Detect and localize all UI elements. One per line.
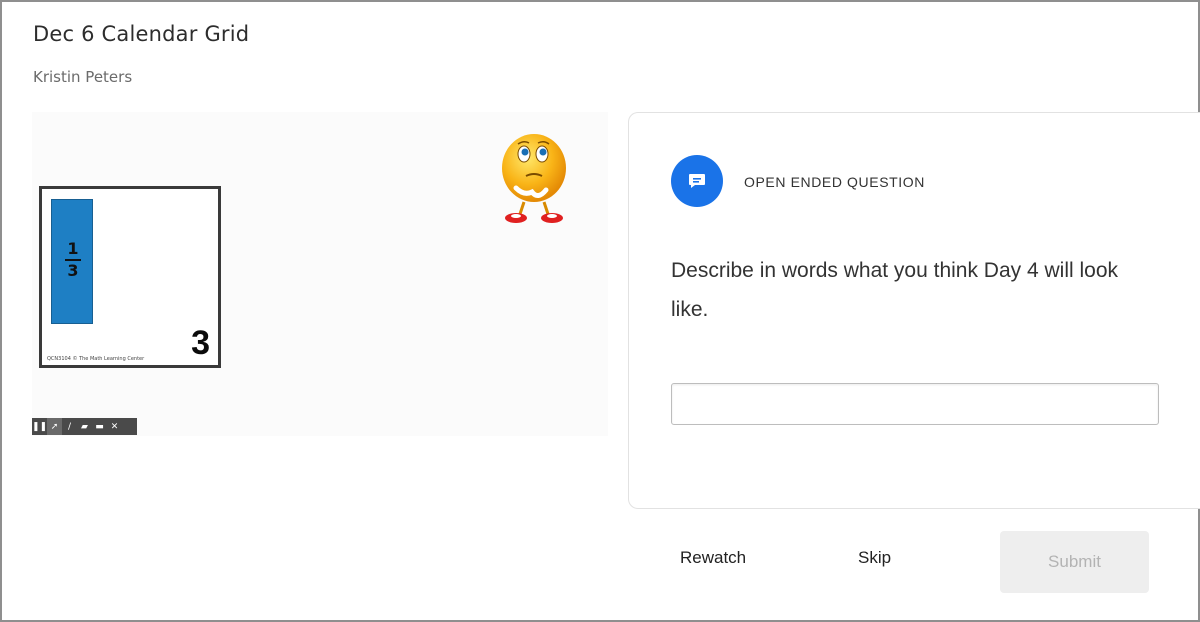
eraser-icon[interactable]: ▬ (92, 418, 107, 435)
answer-input[interactable] (671, 383, 1159, 425)
skip-button[interactable]: Skip (858, 548, 891, 568)
page-title: Dec 6 Calendar Grid (33, 22, 250, 46)
pause-icon[interactable]: ❚❚ (32, 418, 47, 435)
drawing-toolbar: ❚❚ ➚ / ▰ ▬ ✕ (32, 418, 137, 435)
pen-icon[interactable]: / (62, 418, 77, 435)
chat-bubble-icon (671, 155, 723, 207)
video-player[interactable]: 1 3 3 QCN3104 © The Math Learning Center (32, 112, 608, 436)
day-number: 3 (191, 324, 210, 362)
fraction-label: 1 3 (52, 240, 94, 280)
question-type-label: OPEN ENDED QUESTION (744, 174, 925, 190)
card-credit: QCN3104 © The Math Learning Center (47, 356, 145, 362)
submit-button[interactable]: Submit (1000, 531, 1149, 593)
pointer-icon[interactable]: ➚ (47, 418, 62, 435)
fraction-bar: 1 3 (51, 199, 93, 324)
question-panel: OPEN ENDED QUESTION Describe in words wh… (628, 112, 1200, 509)
fraction-numerator: 1 (67, 239, 79, 258)
rewatch-button[interactable]: Rewatch (680, 548, 746, 568)
fraction-denominator: 3 (67, 261, 79, 280)
highlighter-icon[interactable]: ▰ (77, 418, 92, 435)
question-text: Describe in words what you think Day 4 w… (671, 259, 1119, 321)
calendar-card: 1 3 3 QCN3104 © The Math Learning Center (39, 186, 221, 368)
author-name: Kristin Peters (33, 68, 133, 86)
thinking-emoji-icon (502, 134, 566, 223)
close-icon[interactable]: ✕ (107, 418, 122, 435)
